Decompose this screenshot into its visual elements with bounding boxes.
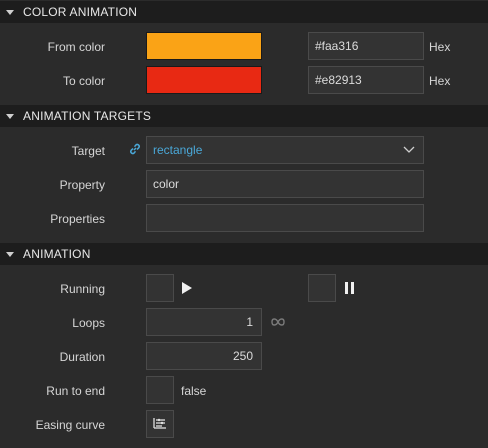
- section-title: ANIMATION TARGETS: [23, 109, 152, 123]
- section-header-animation-targets[interactable]: ANIMATION TARGETS: [0, 105, 488, 127]
- running-label: Running: [60, 282, 105, 296]
- loops-spinbox[interactable]: 1: [146, 308, 262, 336]
- duration-value: 250: [232, 349, 253, 363]
- from-color-hex-value: #faa316: [315, 39, 359, 53]
- from-hex-unit-label: Hex: [429, 40, 451, 54]
- duration-spinbox[interactable]: 250: [146, 342, 262, 370]
- loops-label: Loops: [72, 316, 105, 330]
- target-value: rectangle: [153, 143, 203, 157]
- collapse-triangle-icon: [6, 9, 14, 15]
- target-label: Target: [71, 144, 105, 158]
- to-color-swatch[interactable]: [146, 66, 262, 94]
- easing-curve-label: Easing curve: [35, 418, 105, 432]
- properties-input[interactable]: [146, 204, 424, 232]
- section-header-color-animation[interactable]: COLOR ANIMATION: [0, 1, 488, 23]
- paused-checkbox[interactable]: [308, 274, 336, 302]
- run-to-end-value: false: [181, 384, 207, 398]
- to-color-label: To color: [62, 74, 105, 88]
- property-input[interactable]: color: [146, 170, 424, 198]
- to-hex-unit-label: Hex: [429, 74, 451, 88]
- section-header-animation[interactable]: ANIMATION: [0, 243, 488, 265]
- collapse-triangle-icon: [6, 113, 14, 119]
- run-to-end-label: Run to end: [46, 384, 105, 398]
- section-title: COLOR ANIMATION: [23, 5, 138, 19]
- property-label: Property: [59, 178, 105, 192]
- running-checkbox[interactable]: [146, 274, 174, 302]
- play-icon[interactable]: [181, 282, 193, 297]
- from-color-hex-field[interactable]: #faa316: [308, 32, 424, 60]
- loops-value: 1: [246, 315, 253, 329]
- to-color-hex-value: #e82913: [315, 73, 362, 87]
- run-to-end-checkbox[interactable]: [146, 376, 174, 404]
- target-dropdown[interactable]: rectangle: [146, 136, 424, 164]
- properties-label: Properties: [50, 212, 105, 226]
- pause-icon[interactable]: [344, 282, 356, 297]
- property-value: color: [153, 177, 180, 191]
- easing-curve-button[interactable]: [146, 410, 174, 438]
- easing-curve-icon: [153, 417, 167, 432]
- from-color-label: From color: [47, 40, 105, 54]
- duration-label: Duration: [59, 350, 105, 364]
- chevron-down-icon: [403, 143, 415, 157]
- from-color-swatch[interactable]: [146, 32, 262, 60]
- collapse-triangle-icon: [6, 251, 14, 257]
- infinity-icon[interactable]: [270, 316, 286, 330]
- to-color-hex-field[interactable]: #e82913: [308, 66, 424, 94]
- section-title: ANIMATION: [23, 247, 91, 261]
- link-icon[interactable]: [128, 142, 142, 159]
